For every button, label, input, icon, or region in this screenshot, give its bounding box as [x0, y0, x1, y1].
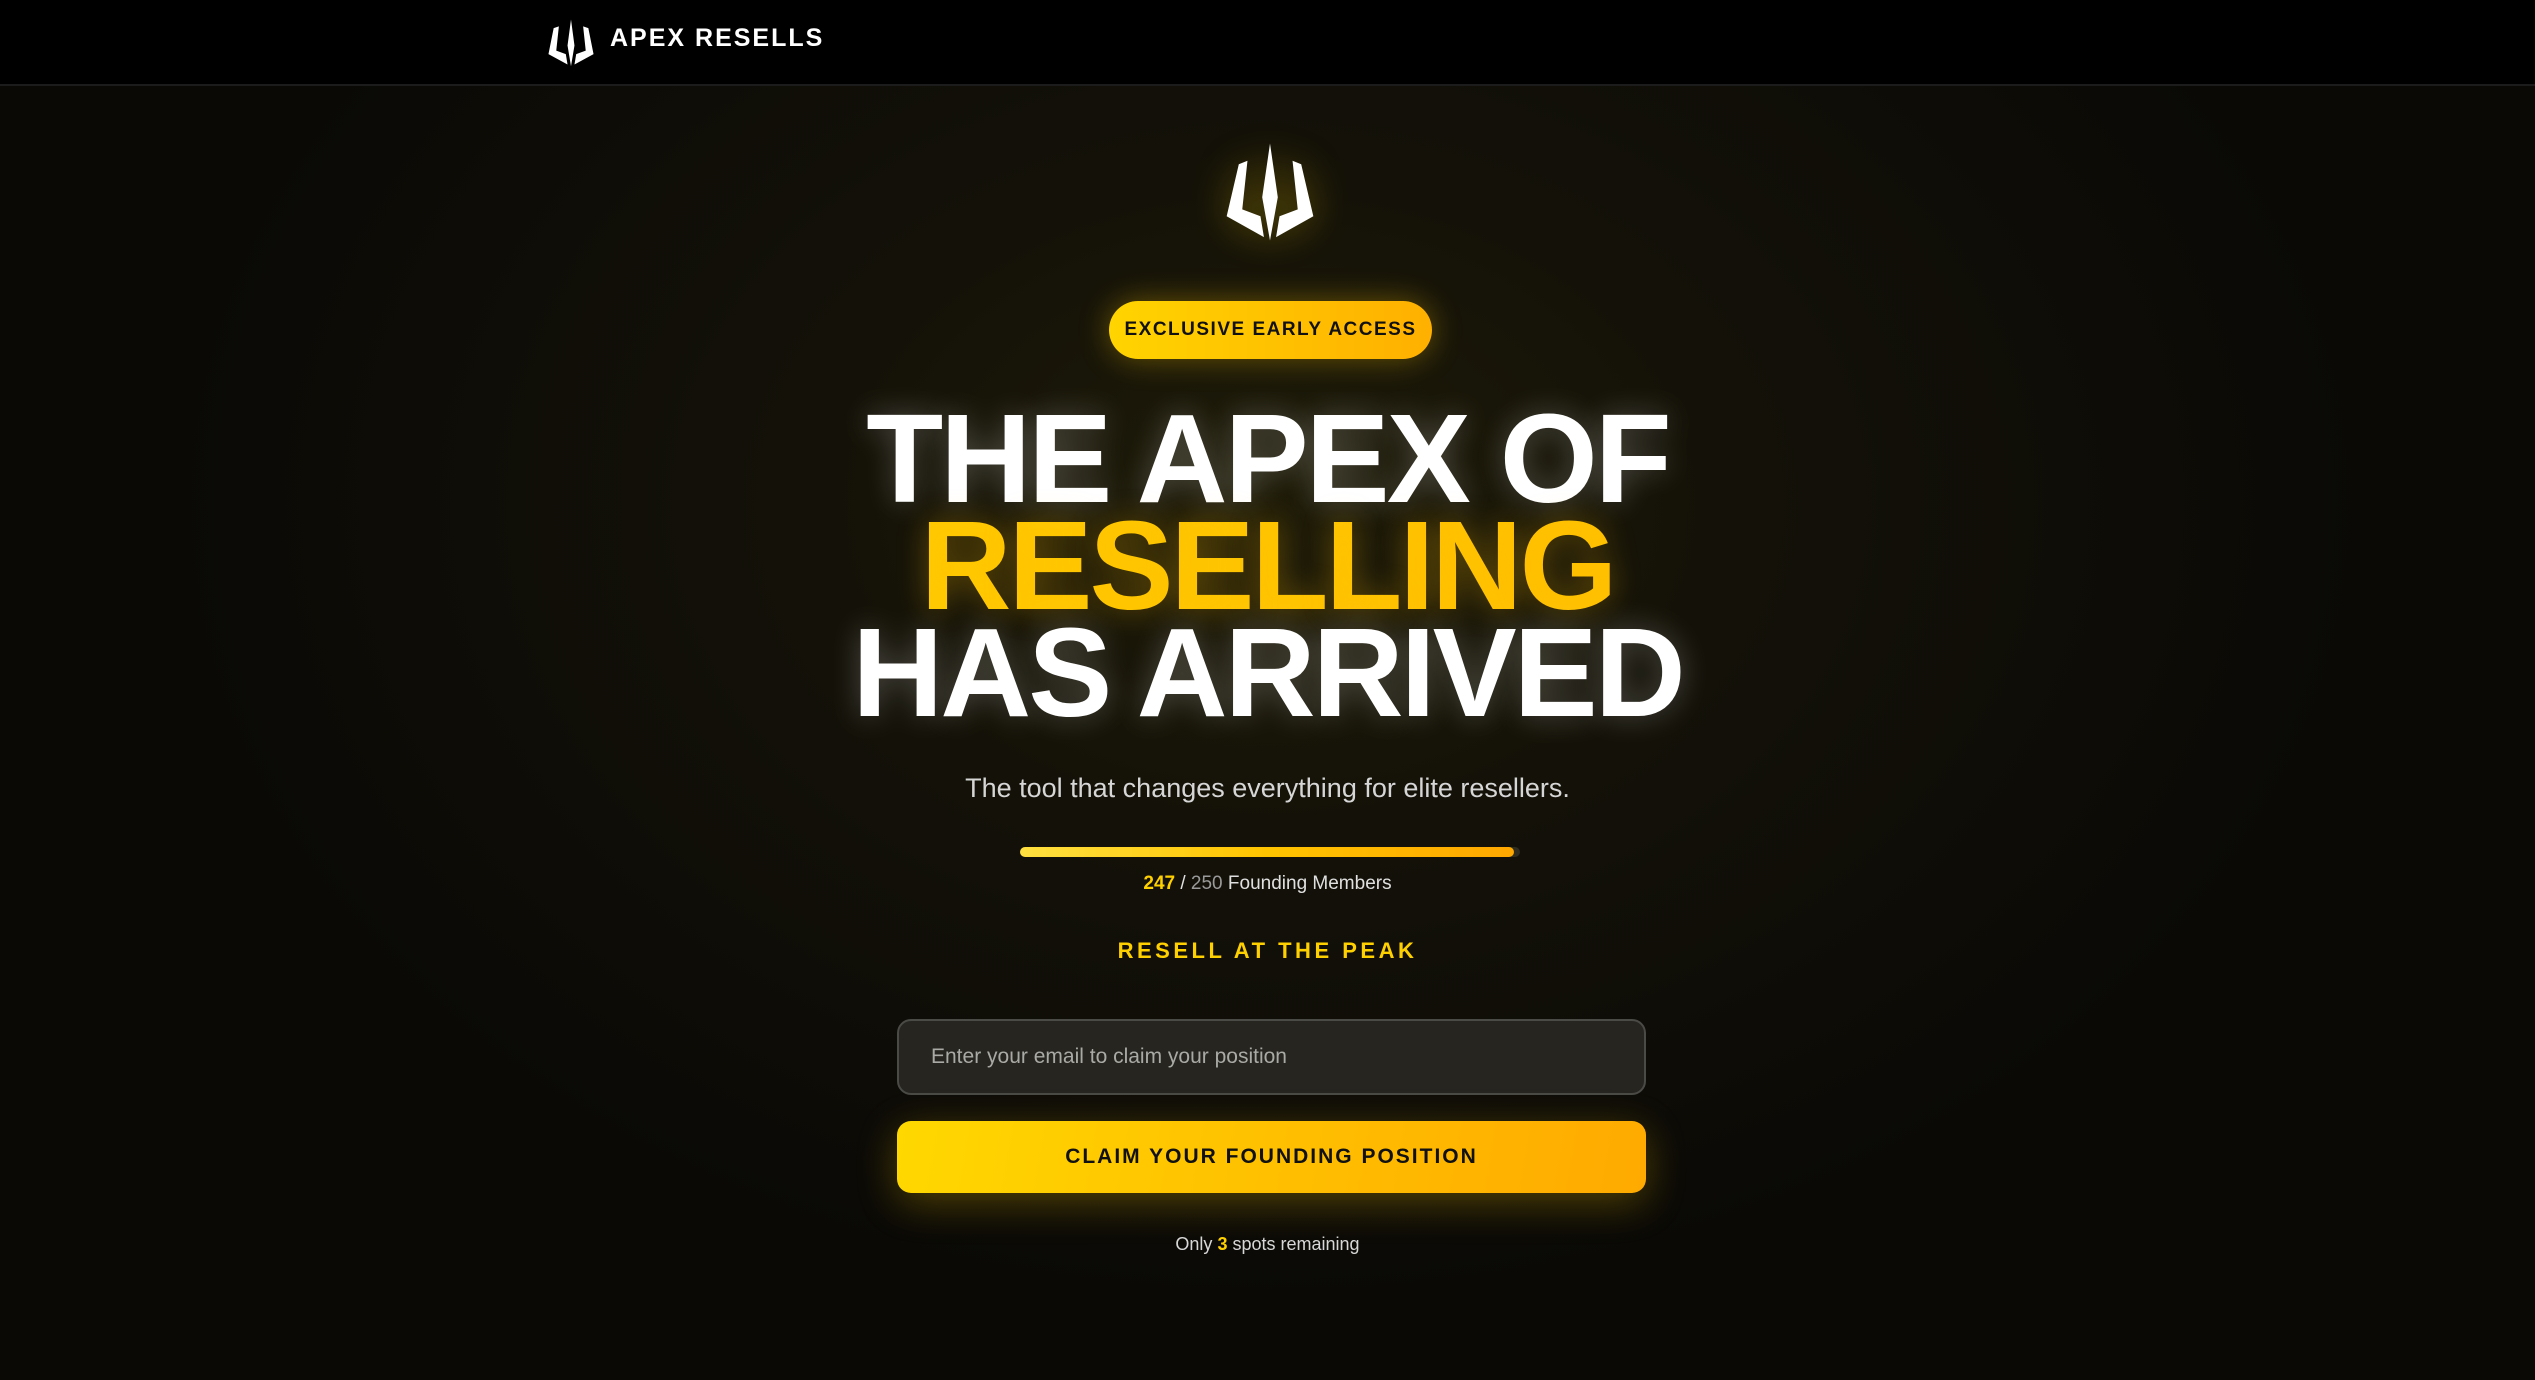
founding-members-count: 247 / 250 Founding Members [0, 873, 2535, 895]
remaining-suffix: spots remaining [1232, 1234, 1360, 1254]
hero-subtitle: The tool that changes everything for eli… [965, 773, 1570, 803]
remaining-prefix: Only [1175, 1234, 1213, 1254]
members-separator: / [1180, 873, 1186, 894]
remaining-count: 3 [1217, 1234, 1228, 1254]
early-access-badge: EXCLUSIVE EARLY ACCESS [1109, 301, 1432, 359]
members-current: 247 [1143, 873, 1176, 894]
trident-logo-icon [1226, 143, 1314, 241]
hero-headline: THE APEX OF RESELLING HAS ARRIVED [0, 396, 2535, 743]
founding-progress-bar [1020, 847, 1520, 857]
claim-position-button[interactable]: CLAIM YOUR FOUNDING POSITION [897, 1121, 1646, 1193]
top-nav: APEX RESELLS [0, 0, 2535, 86]
brand-name[interactable]: APEX RESELLS [610, 24, 824, 53]
email-input[interactable] [897, 1019, 1646, 1095]
tagline: RESELL AT THE PEAK [1117, 938, 1418, 963]
spots-remaining: Only 3 spots remaining [0, 1234, 2535, 1255]
members-label: Founding Members [1227, 873, 1392, 894]
members-total: 250 [1190, 873, 1223, 894]
progress-fill [1020, 847, 1514, 857]
headline-line-3: HAS ARRIVED [852, 602, 1685, 743]
trident-logo-icon[interactable] [545, 16, 597, 68]
